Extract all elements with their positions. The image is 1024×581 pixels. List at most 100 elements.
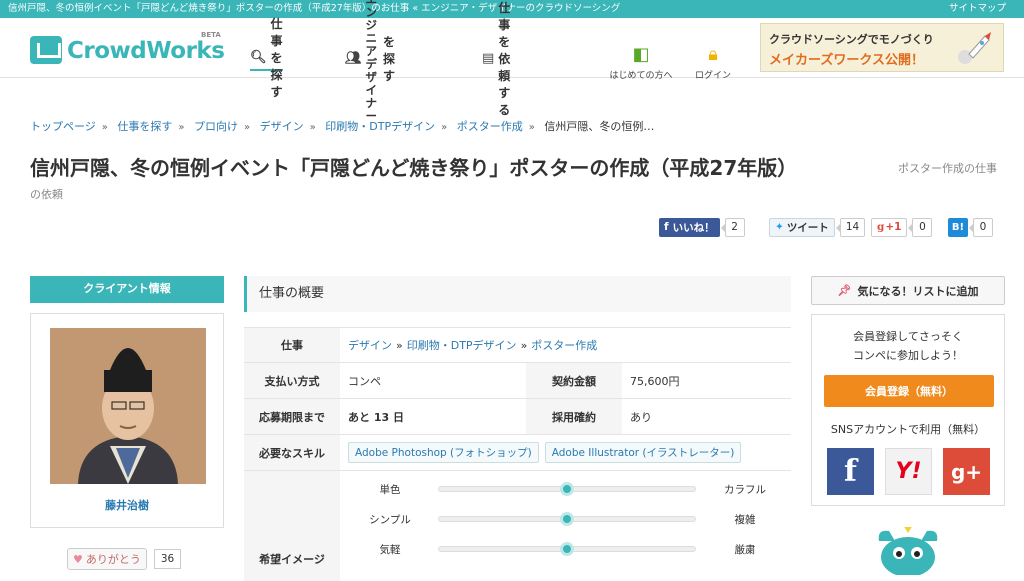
image-label: 希望イメージ: [244, 471, 340, 581]
sitemap-link[interactable]: サイトマップ: [949, 0, 1006, 18]
gplus-icon: g: [877, 221, 885, 233]
deadline-label: 応募期限まで: [244, 399, 340, 434]
top-bar: 信州戸隠、冬の恒例イベント「戸隠どんど焼き祭り」ポスターの作成（平成27年版）の…: [0, 0, 1024, 18]
slider-tone-track: [438, 542, 696, 556]
banner-line1: クラウドソーシングでモノづくり: [769, 33, 934, 46]
breadcrumb-top[interactable]: トップページ: [30, 120, 96, 133]
logo-mark-icon: [30, 36, 62, 64]
skills-row: 必要なスキル Adobe Photoshop (フォトショップ) Adobe I…: [244, 435, 791, 471]
nav-beginners-label: はじめての方へ: [609, 71, 673, 81]
deadline-row: 応募期限まで あと 13 日 採用確約 あり: [244, 399, 791, 435]
page-title: 信州戸隠、冬の恒例イベント「戸隠どんど焼き祭り」ポスターの作成（平成27年版）: [30, 156, 798, 180]
client-portrait-image: [50, 328, 206, 484]
nav-engineer-suffix: を探す: [383, 34, 396, 83]
sns-label: SNSアカウントで利用（無料）: [830, 423, 986, 436]
slider-complexity: シンプル 複雑: [340, 504, 791, 534]
slider-tone-left: 気軽: [379, 544, 401, 556]
confirmed-value: あり: [630, 410, 652, 424]
document-icon: ▤: [482, 50, 495, 66]
slider-color: 単色 カラフル: [340, 474, 791, 504]
confirmed-label: 採用確約: [526, 399, 622, 434]
yahoo-login-icon[interactable]: Y!: [885, 448, 932, 495]
gplus-share: g +1 0: [871, 217, 933, 237]
nav-request-job[interactable]: ▤ 仕事を依頼する: [482, 1, 510, 117]
header: CrowdWorks BETA 🔍︎ 仕事を探す 👥︎ エンジニア デザイナー …: [0, 0, 1024, 123]
client-avatar[interactable]: [50, 328, 206, 484]
crowdworks-logo[interactable]: CrowdWorks BETA: [30, 31, 230, 70]
skill-tag-illustrator[interactable]: Adobe Illustrator (イラストレーター): [544, 442, 742, 463]
logo-text: CrowdWorks: [67, 38, 225, 64]
thanks-label: ありがとう: [85, 553, 141, 566]
tweet-label: ツイート: [786, 221, 829, 234]
nav-login[interactable]: 🔒︎ ログイン: [690, 44, 736, 81]
skill-tag-photoshop[interactable]: Adobe Photoshop (フォトショップ): [348, 442, 539, 463]
slider-color-knob: [560, 482, 574, 496]
breadcrumb-current: 信州戸隠、冬の恒例…: [544, 120, 655, 133]
register-msg-line1: 会員登録してさっそく: [853, 330, 963, 343]
nav-request-job-label: 仕事を依頼する: [498, 0, 511, 117]
job-category-dtp[interactable]: 印刷物・DTPデザイン: [407, 337, 517, 353]
slider-color-left: 単色: [379, 484, 401, 496]
page-subtitle-suffix: の依頼: [30, 188, 63, 201]
facebook-login-icon[interactable]: f: [827, 448, 874, 495]
page-description: 信州戸隠、冬の恒例イベント「戸隠どんど焼き祭り」ポスターの作成（平成27年版）の…: [8, 3, 621, 14]
breadcrumb-design[interactable]: デザイン: [260, 120, 304, 133]
amount-value: 75,600円: [630, 374, 680, 388]
amount-label: 契約金額: [526, 363, 622, 398]
slider-color-track: [438, 482, 696, 496]
pin-icon: 📌︎: [837, 284, 852, 297]
breadcrumb-pro[interactable]: プロ向け: [194, 120, 238, 133]
banner-line2: メイカーズワークス公開！: [769, 53, 924, 68]
slider-complexity-right: 複雑: [734, 514, 756, 526]
breadcrumb-find-job[interactable]: 仕事を探す: [117, 120, 172, 133]
payment-row: 支払い方式 コンペ 契約金額 75,600円: [244, 363, 791, 399]
job-row: 仕事 デザイン » 印刷物・DTPデザイン » ポスター作成: [244, 327, 791, 363]
job-category-path: デザイン » 印刷物・DTPデザイン » ポスター作成: [340, 328, 597, 362]
tweet-button[interactable]: ✦ ツイート: [769, 217, 835, 237]
page-subtitle: ポスター作成の仕事: [898, 162, 997, 175]
mascot-icon: [878, 527, 938, 575]
heart-icon: ♥: [73, 552, 83, 566]
facebook-like-label: いいね！: [672, 221, 715, 234]
job-category-design[interactable]: デザイン: [348, 337, 392, 353]
thanks-button[interactable]: ♥ ありがとう: [67, 548, 147, 570]
job-label: 仕事: [244, 328, 340, 362]
favorites-label: 気になる！リストに追加: [857, 284, 979, 298]
payment-value: コンペ: [348, 374, 381, 388]
overview-header: 仕事の概要: [244, 276, 791, 312]
twitter-share: ✦ ツイート 14: [769, 217, 866, 237]
register-box: 会員登録してさっそく コンペに参加しよう！ 会員登録（無料） SNSアカウントで…: [811, 314, 1005, 506]
slider-complexity-knob: [560, 512, 574, 526]
twitter-bird-icon: ✦: [775, 221, 784, 233]
job-path-sep: »: [396, 338, 403, 352]
beginner-mark-icon: ◧: [632, 44, 650, 65]
register-msg-line2: コンペに参加しよう！: [853, 349, 963, 362]
nav-find-job-label: 仕事を探す: [270, 16, 283, 99]
google-plus-login-icon[interactable]: g+: [943, 448, 990, 495]
payment-label: 支払い方式: [244, 363, 340, 398]
search-icon: 🔍︎: [250, 49, 267, 65]
client-name[interactable]: 藤井治樹: [31, 497, 223, 513]
breadcrumb-poster[interactable]: ポスター作成: [457, 120, 523, 133]
makers-works-banner[interactable]: クラウドソーシングでモノづくり メイカーズワークス公開！: [760, 23, 1004, 72]
job-category-poster[interactable]: ポスター作成: [531, 337, 597, 353]
nav-find-engineer[interactable]: 👥︎ エンジニア デザイナー を探す: [345, 0, 395, 123]
facebook-like-button[interactable]: f いいね！: [659, 217, 720, 237]
add-to-favorites-button[interactable]: 📌︎ 気になる！リストに追加: [811, 276, 1005, 305]
rocket-icon: [958, 32, 991, 64]
slider-color-right: カラフル: [724, 484, 766, 496]
gplus-button[interactable]: g +1: [871, 217, 908, 237]
breadcrumb-dtp[interactable]: 印刷物・DTPデザイン: [325, 120, 435, 133]
facebook-share: f いいね！ 2: [659, 217, 745, 237]
nav-find-job[interactable]: 🔍︎ 仕事を探す: [250, 17, 283, 99]
register-message: 会員登録してさっそく コンペに参加しよう！: [812, 327, 1004, 365]
register-button[interactable]: 会員登録（無料）: [824, 375, 994, 407]
hatena-share: B! 0: [948, 217, 993, 237]
hatena-count: 0: [969, 217, 993, 237]
skills-list: Adobe Photoshop (フォトショップ) Adobe Illustra…: [340, 435, 747, 470]
nav-beginners[interactable]: ◧ はじめての方へ: [606, 44, 676, 81]
twitter-count: 14: [835, 217, 866, 237]
slider-tone-knob: [560, 542, 574, 556]
hatena-bookmark-button[interactable]: B!: [948, 217, 968, 237]
facebook-icon: f: [664, 221, 669, 233]
